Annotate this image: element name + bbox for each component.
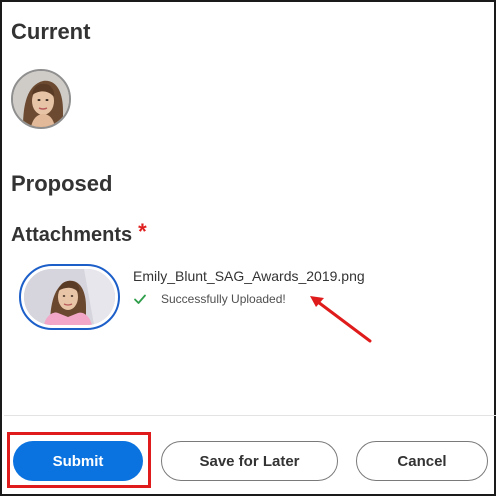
required-marker: *: [138, 219, 147, 244]
proposed-heading: Proposed: [11, 171, 113, 196]
task-panel: Current Proposed Attachments * Emily_Blu…: [0, 0, 496, 496]
save-for-later-button[interactable]: Save for Later: [161, 441, 338, 481]
attachments-label: Attachments *: [11, 219, 147, 247]
current-profile-photo: [11, 69, 71, 129]
attachment-thumbnail[interactable]: [19, 264, 120, 330]
attachment-file-name[interactable]: Emily_Blunt_SAG_Awards_2019.png: [133, 268, 365, 284]
upload-status-text: Successfully Uploaded!: [161, 292, 286, 306]
upload-status: Successfully Uploaded!: [133, 292, 286, 306]
check-icon: [133, 292, 147, 306]
annotation-arrow-icon: [310, 296, 372, 343]
attachments-label-text: Attachments: [11, 224, 133, 246]
footer-divider: [4, 415, 496, 416]
attachment-preview-image: [24, 269, 115, 325]
cancel-button[interactable]: Cancel: [356, 441, 488, 481]
current-heading: Current: [11, 19, 91, 44]
submit-highlight-box: [7, 432, 151, 488]
